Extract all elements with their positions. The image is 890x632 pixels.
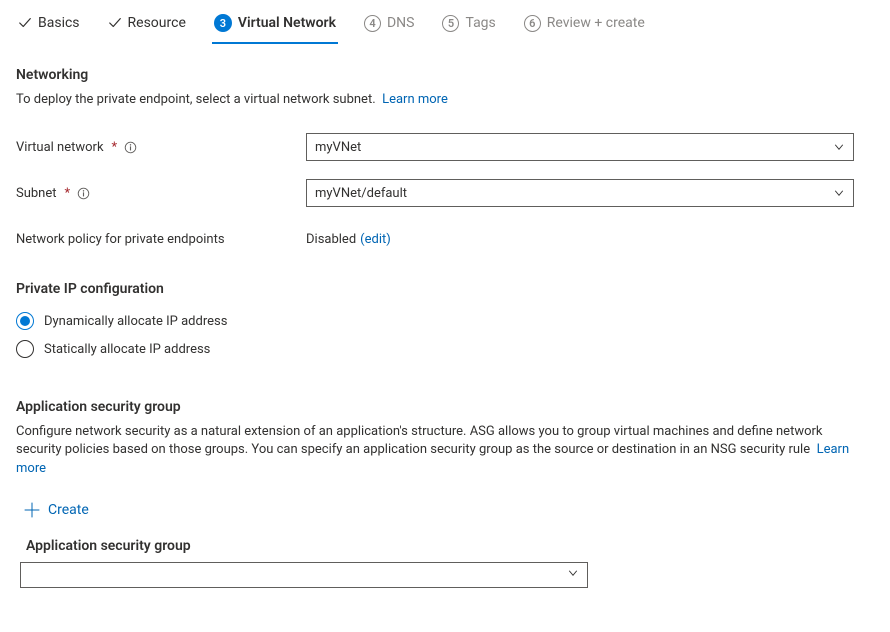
asg-description: Configure network security as a natural …: [16, 423, 856, 478]
tab-label: Virtual Network: [238, 15, 336, 31]
radio-label: Statically allocate IP address: [44, 342, 210, 357]
plus-icon: [24, 502, 40, 518]
label-network-policy: Network policy for private endpoints: [16, 232, 306, 247]
tab-label: Review + create: [547, 15, 645, 31]
label-text: Network policy for private endpoints: [16, 232, 225, 247]
section-heading-ipconfig: Private IP configuration: [16, 281, 874, 297]
row-virtual-network: Virtual network * myVNet: [16, 133, 874, 161]
virtual-network-select[interactable]: myVNet: [306, 133, 854, 161]
networking-description: To deploy the private endpoint, select a…: [16, 91, 856, 109]
radio-dynamic-ip[interactable]: Dynamically allocate IP address: [16, 307, 874, 335]
radio-static-ip[interactable]: Statically allocate IP address: [16, 335, 874, 363]
tab-label: Basics: [38, 15, 80, 31]
tab-dns[interactable]: 4 DNS: [362, 9, 417, 44]
chevron-down-icon: [567, 567, 579, 583]
select-value: myVNet: [315, 140, 361, 155]
networking-learn-more-link[interactable]: Learn more: [382, 92, 448, 107]
section-heading-networking: Networking: [16, 67, 874, 83]
asg-list-label: Application security group: [26, 538, 874, 554]
radio-icon: [16, 312, 34, 330]
network-policy-edit-link[interactable]: (edit): [360, 232, 391, 247]
label-text: Subnet: [16, 186, 57, 201]
select-value: myVNet/default: [315, 186, 407, 201]
tab-basics[interactable]: Basics: [16, 9, 82, 43]
network-policy-value: Disabled: [306, 232, 356, 247]
subnet-select[interactable]: myVNet/default: [306, 179, 854, 207]
tab-label: DNS: [387, 15, 415, 31]
step-number-icon: 3: [214, 14, 232, 32]
label-virtual-network: Virtual network *: [16, 140, 306, 155]
tab-virtual-network[interactable]: 3 Virtual Network: [212, 8, 338, 44]
step-number-icon: 6: [524, 15, 541, 32]
tab-label: Resource: [128, 15, 186, 31]
check-icon: [108, 16, 122, 30]
check-icon: [18, 16, 32, 30]
asg-description-text: Configure network security as a natural …: [16, 424, 823, 457]
info-icon[interactable]: [123, 140, 137, 154]
create-asg-button[interactable]: Create: [18, 496, 95, 524]
ip-allocation-radio-group: Dynamically allocate IP address Statical…: [16, 307, 874, 363]
info-icon[interactable]: [76, 186, 90, 200]
label-text: Virtual network: [16, 140, 104, 155]
step-number-icon: 5: [442, 15, 459, 32]
tab-label: Tags: [465, 15, 495, 31]
tab-resource[interactable]: Resource: [106, 9, 188, 43]
required-marker: *: [65, 186, 71, 201]
create-label: Create: [48, 502, 89, 518]
wizard-tabs: Basics Resource 3 Virtual Network 4 DNS …: [0, 0, 890, 45]
chevron-down-icon: [833, 187, 845, 199]
section-heading-asg: Application security group: [16, 399, 874, 415]
radio-label: Dynamically allocate IP address: [44, 314, 227, 329]
radio-icon: [16, 340, 34, 358]
label-subnet: Subnet *: [16, 186, 306, 201]
step-number-icon: 4: [364, 15, 381, 32]
tab-review-create[interactable]: 6 Review + create: [522, 9, 647, 44]
row-network-policy: Network policy for private endpoints Dis…: [16, 225, 874, 253]
required-marker: *: [112, 140, 118, 155]
asg-select[interactable]: [20, 562, 588, 588]
networking-description-text: To deploy the private endpoint, select a…: [16, 92, 376, 107]
tab-tags[interactable]: 5 Tags: [440, 9, 497, 44]
row-subnet: Subnet * myVNet/default: [16, 179, 874, 207]
chevron-down-icon: [833, 141, 845, 153]
